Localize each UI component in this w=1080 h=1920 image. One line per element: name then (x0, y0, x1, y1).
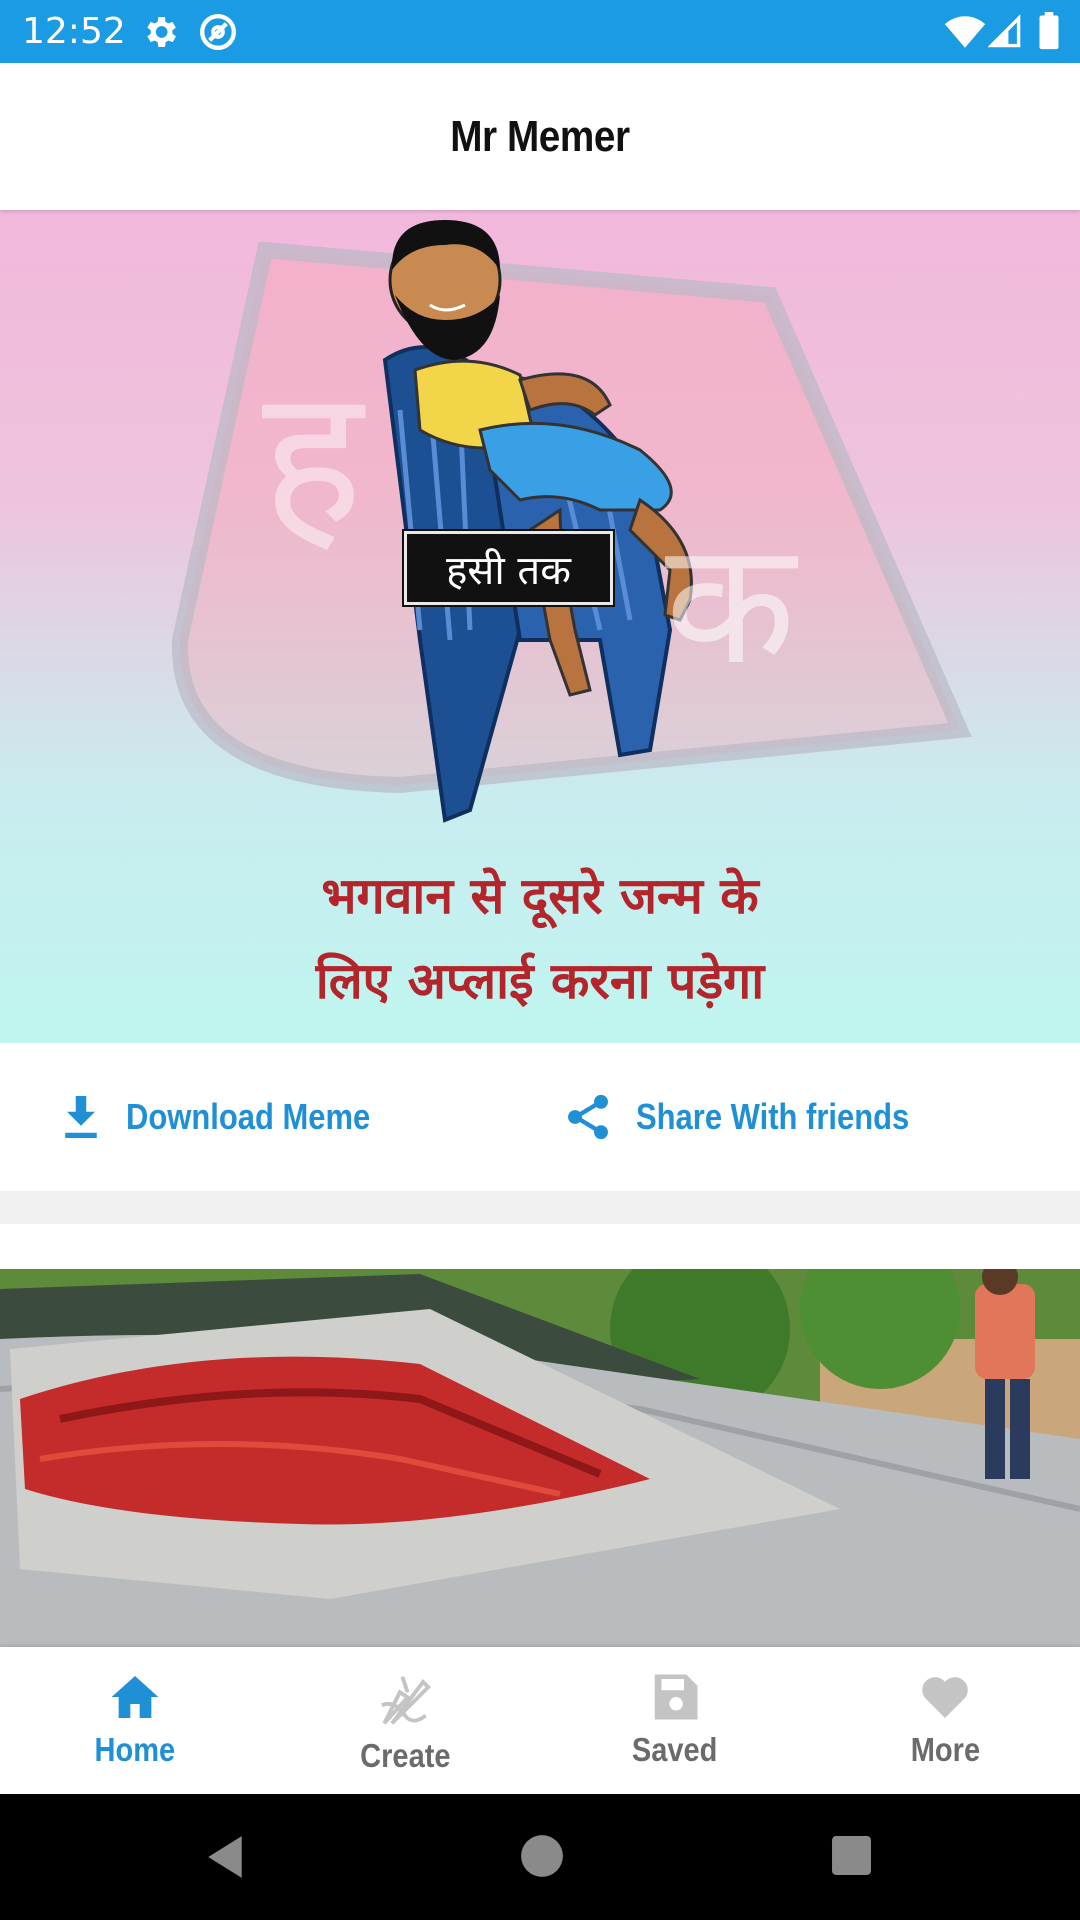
share-icon (562, 1091, 614, 1143)
bottom-navigation: Home Create Saved More (0, 1647, 1080, 1794)
app-bar: Mr Memer (0, 63, 1080, 210)
nav-label-more: More (910, 1731, 980, 1768)
download-meme-label: Download Meme (126, 1096, 371, 1137)
meme-badge: हसी तक (404, 531, 613, 605)
share-with-friends-button[interactable]: Share With friends (562, 1043, 954, 1191)
share-with-friends-label: Share With friends (636, 1096, 910, 1137)
wifi-icon (944, 14, 986, 55)
nav-label-create: Create (359, 1737, 451, 1774)
meme2-illustration (0, 1269, 1080, 1647)
home-circle-icon[interactable] (520, 1834, 564, 1883)
app-title: Mr Memer (450, 111, 630, 161)
nav-item-more[interactable]: More (810, 1647, 1080, 1794)
feed-divider (0, 1191, 1080, 1224)
cellular-signal-icon (987, 14, 1022, 55)
nav-item-saved[interactable]: Saved (540, 1647, 810, 1794)
status-time: 12:52 (22, 11, 126, 52)
nav-label-saved: Saved (632, 1731, 718, 1768)
download-icon (60, 1093, 102, 1141)
back-icon[interactable] (204, 1834, 246, 1885)
watermark-right: क (665, 505, 796, 703)
meme-caption-line2: लिए अप्लाई करना पड़ेगा (315, 952, 765, 1010)
save-floppy-icon (654, 1674, 698, 1720)
meme-image-2[interactable] (0, 1269, 1080, 1647)
download-meme-button[interactable]: Download Meme (60, 1043, 410, 1191)
meme-image-1[interactable]: ह क हसी तक भगवान से दूसरे जन्म के लिए अप… (0, 210, 1080, 1043)
system-navigation-bar (0, 1794, 1080, 1920)
meme-caption-line1: भगवान से दूसरे जन्म के (321, 867, 759, 925)
gear-icon (140, 12, 180, 57)
battery-icon (1038, 12, 1060, 55)
recents-icon[interactable] (831, 1835, 872, 1881)
heart-icon (922, 1677, 968, 1718)
at-sign-icon (198, 12, 238, 57)
watermark-left: ह (262, 347, 363, 568)
nav-label-home: Home (94, 1731, 176, 1768)
pen-brush-icon (381, 1676, 431, 1725)
nav-item-home[interactable]: Home (0, 1647, 270, 1794)
meme-actions: Download Meme Share With friends (0, 1043, 1080, 1191)
nav-item-create[interactable]: Create (270, 1647, 540, 1794)
status-bar: 12:52 (0, 0, 1080, 63)
home-icon (111, 1676, 159, 1718)
